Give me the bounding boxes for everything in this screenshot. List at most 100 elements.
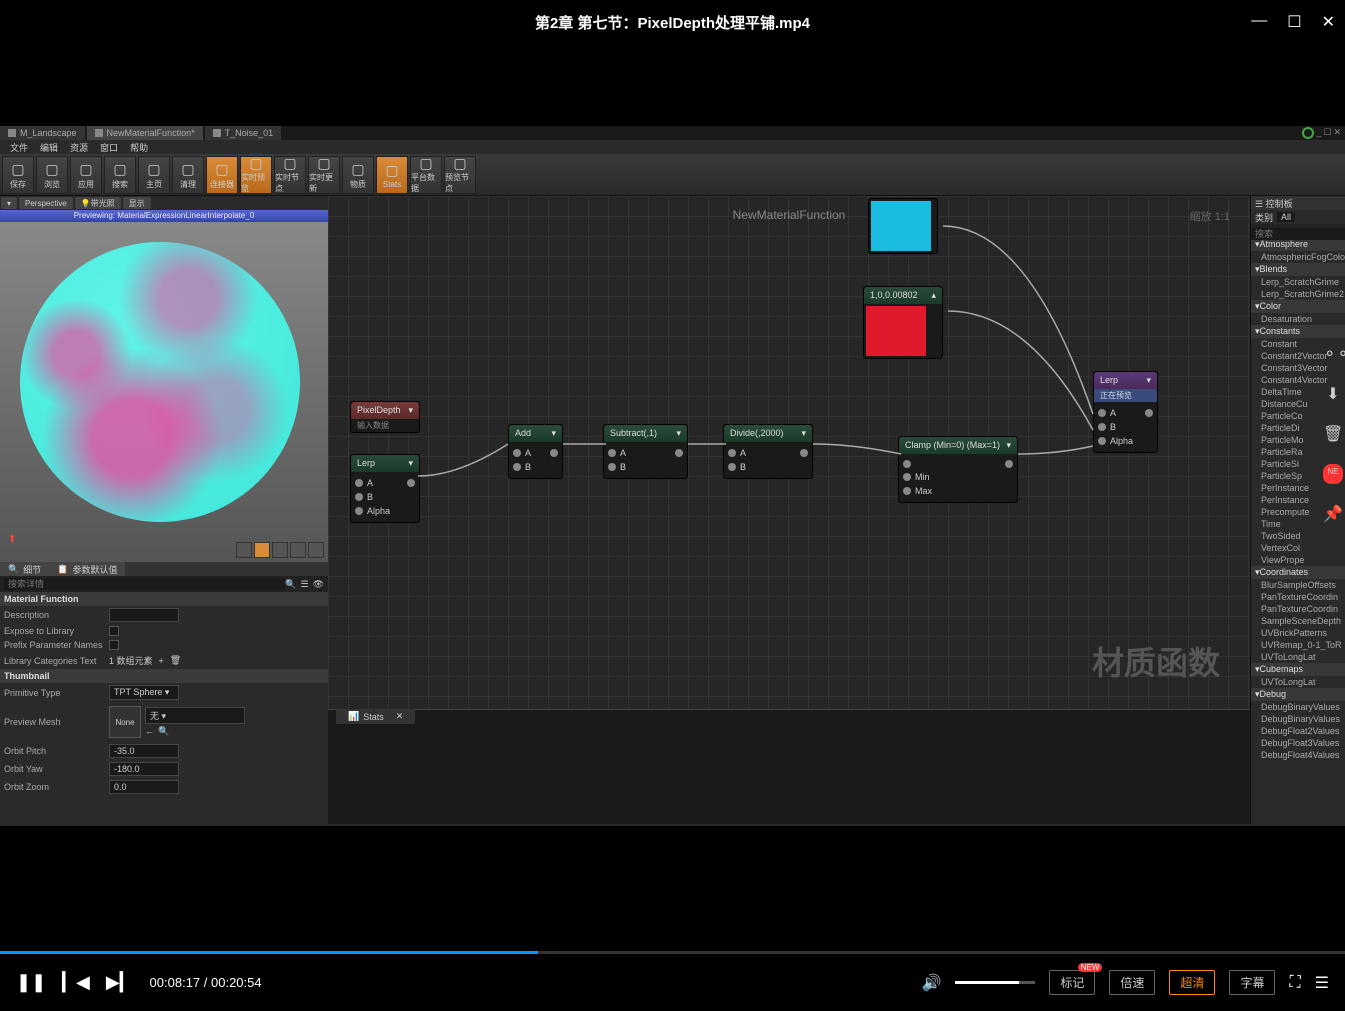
sphere-icon[interactable] [254,542,270,558]
prefix-checkbox[interactable] [109,640,119,650]
palette-item[interactable]: DebugFloat4Values [1251,749,1345,761]
palette-item[interactable]: AtmosphericFogColor [1251,251,1345,263]
pin-icon[interactable] [903,487,911,495]
badge-new-icon[interactable]: NE [1323,464,1343,484]
description-input[interactable] [109,608,179,622]
zoom-input[interactable] [109,780,179,794]
node-clamp[interactable]: Clamp (Min=0) (Max=1)▾ Min Max [898,436,1018,503]
mesh-thumbnail[interactable]: None [109,706,141,738]
palette-item[interactable]: Lerp_ScratchGrime [1251,276,1345,288]
perspective-button[interactable]: Perspective [19,197,73,209]
pin-icon[interactable] [355,479,363,487]
delete-icon[interactable]: 🗑 [1323,424,1343,444]
node-divide[interactable]: Divide(,2000)▾ A B [723,424,813,479]
node-subtract[interactable]: Subtract(,1)▾ A B [603,424,688,479]
maximize-button[interactable]: ☐ [1287,12,1301,32]
mesh-dropdown[interactable]: 无 ▾ [145,707,245,724]
ue-tab[interactable]: NewMaterialFunction* [87,126,203,140]
collapse-icon[interactable]: ▴ [931,290,936,301]
palette-item[interactable]: SampleSceneDepth [1251,615,1345,627]
toolbar-button[interactable]: ▢清理 [172,156,204,194]
ue-tab[interactable]: T_Noise_01 [205,126,282,140]
view-options-icon[interactable]: ☰ [300,579,308,590]
details-search-input[interactable] [4,578,285,590]
node-constant[interactable]: 1,0,0.00802▴ [863,286,943,359]
palette-item[interactable]: DebugBinaryValues [1251,701,1345,713]
viewport-type-button[interactable]: ▾ [1,197,17,209]
palette-item[interactable]: UVBrickPatterns [1251,627,1345,639]
volume-slider[interactable] [955,981,1035,984]
pin-icon[interactable] [903,460,911,468]
toolbar-button[interactable]: ▢实时预览 [240,156,272,194]
collapse-icon[interactable]: ▾ [408,458,413,469]
pin-icon[interactable] [903,473,911,481]
details-tab[interactable]: 🔍细节 [0,562,49,576]
toolbar-button[interactable]: ▢搜索 [104,156,136,194]
node-add[interactable]: Add▾ A B [508,424,563,479]
toolbar-button[interactable]: ▢Stats [376,156,408,194]
node-lerp-preview[interactable]: Lerp▾ 正在预览 A B Alpha [1093,371,1158,453]
graph-canvas[interactable]: NewMaterialFunction 缩放 1:1 材质函数 1,0,0.00… [328,196,1250,824]
compile-status-icon[interactable] [1302,127,1314,139]
preview-viewport[interactable]: ⬆ [0,222,328,562]
palette-item[interactable]: VertexCol [1251,542,1345,554]
speed-button[interactable]: 倍速 [1109,970,1155,995]
palette-category[interactable]: ▾Cubemaps [1251,663,1345,676]
toolbar-button[interactable]: ▢应用 [70,156,102,194]
ue-close-icon[interactable]: ✕ [1333,127,1341,139]
pitch-input[interactable] [109,744,179,758]
ue-tab[interactable]: M_Landscape [0,126,85,140]
expose-checkbox[interactable] [109,626,119,636]
pin-icon[interactable] [1098,423,1106,431]
playlist-icon[interactable]: ☰ [1315,973,1329,993]
pin-icon[interactable] [355,493,363,501]
primtype-dropdown[interactable]: TPT Sphere ▾ [109,685,179,700]
stats-tab[interactable]: 📊Stats✕ [336,709,415,724]
node-graph-panel[interactable]: NewMaterialFunction 缩放 1:1 材质函数 1,0,0.00… [328,196,1250,824]
next-button[interactable]: ▶▎ [106,972,134,993]
collapse-icon[interactable]: ▾ [551,428,556,439]
params-tab[interactable]: 📋参数默认值 [49,562,125,576]
collapse-icon[interactable]: ▾ [676,428,681,439]
pin-icon[interactable] [407,479,415,487]
browse-icon[interactable]: 🔍 [158,726,169,737]
plane-icon[interactable] [272,542,288,558]
pin-icon[interactable]: 📌 [1323,504,1343,524]
palette-item[interactable]: ViewPrope [1251,554,1345,566]
palette-item[interactable]: PanTextureCoordin [1251,603,1345,615]
palette-category[interactable]: ▾Debug [1251,688,1345,701]
show-button[interactable]: 显示 [123,197,151,209]
progress-bar[interactable] [0,951,1345,954]
palette-filter-dropdown[interactable]: All [1277,212,1295,222]
toolbar-button[interactable]: ▢物质 [342,156,374,194]
palette-item[interactable]: DebugFloat3Values [1251,737,1345,749]
palette-item[interactable]: Desaturation [1251,313,1345,325]
collapse-icon[interactable]: ▾ [1006,440,1011,451]
section-header[interactable]: Material Function [0,592,328,606]
menu-help[interactable]: 帮助 [124,141,154,154]
palette-header[interactable]: ☰ 控制板 [1251,196,1345,210]
menu-edit[interactable]: 编辑 [34,141,64,154]
minimize-button[interactable]: — [1251,12,1267,32]
pin-icon[interactable] [728,449,736,457]
pin-icon[interactable] [1098,437,1106,445]
menu-file[interactable]: 文件 [4,141,34,154]
share-icon[interactable]: ⚬⚬ [1323,344,1343,364]
toolbar-button[interactable]: ▢保存 [2,156,34,194]
prev-button[interactable]: ▎◀ [62,972,90,993]
toolbar-button[interactable]: ▢连接器 [206,156,238,194]
pin-icon[interactable] [513,463,521,471]
mark-button[interactable]: 标记NEW [1049,970,1095,995]
close-button[interactable]: ✕ [1322,12,1335,32]
ue-maximize-icon[interactable]: ☐ [1323,127,1331,139]
pin-icon[interactable] [1145,409,1153,417]
pause-button[interactable]: ❚❚ [16,972,46,993]
eye-icon[interactable]: 👁 [313,579,324,590]
add-icon[interactable]: + [159,656,164,666]
section-header[interactable]: Thumbnail [0,669,328,683]
menu-asset[interactable]: 资源 [64,141,94,154]
menu-window[interactable]: 窗口 [94,141,124,154]
mesh-icon[interactable] [308,542,324,558]
cylinder-icon[interactable] [236,542,252,558]
fullscreen-icon[interactable]: ⛶ [1289,974,1300,992]
